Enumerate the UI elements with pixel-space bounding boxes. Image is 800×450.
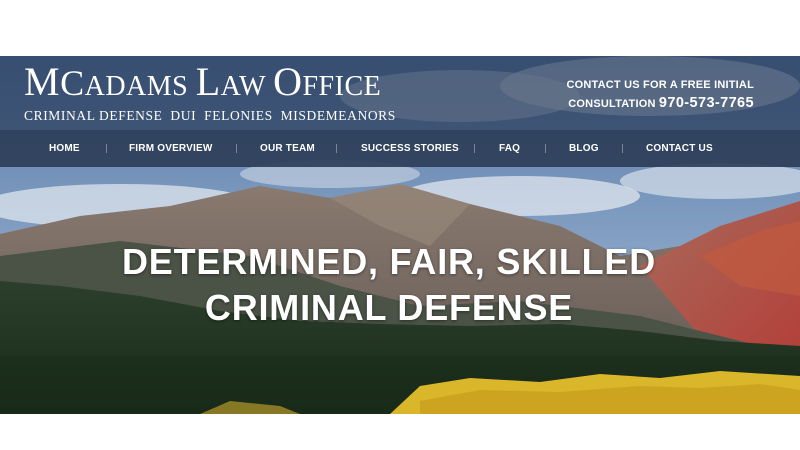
nav-item-firm-overview[interactable]: FIRM OVERVIEW (129, 143, 213, 154)
nav-divider (236, 144, 237, 153)
logo-tagline: CRIMINAL DEFENSE DUI FELONIES MISDEMEANO… (24, 108, 396, 123)
nav-item-home[interactable]: HOME (49, 143, 80, 154)
nav-item-blog[interactable]: BLOG (569, 143, 599, 154)
nav-item-success-stories[interactable]: SUCCESS STORIES (361, 143, 459, 154)
hero-headline-line-2: CRIMINAL DEFENSE (204, 287, 574, 328)
nav-divider (106, 144, 107, 153)
nav-divider (336, 144, 337, 153)
contact-consultation-label: CONSULTATION (568, 98, 656, 110)
hero-headline: DETERMINED, FAIR, SKILLED CRIMINAL DEFEN… (0, 239, 778, 331)
website-viewport: MCADAMS LAW OFFICE CRIMINAL DEFENSE DUI … (0, 56, 800, 414)
logo-title-part: C (60, 63, 85, 103)
phone-number-link[interactable]: 970-573-7765 (659, 95, 754, 111)
logo-title-initial: L (195, 59, 221, 104)
nav-divider (622, 144, 623, 153)
logo-title-initial: M (24, 59, 61, 104)
nav-item-faq[interactable]: FAQ (499, 143, 520, 154)
contact-cta: CONTACT US FOR A FREE INITIAL CONSULTATI… (567, 76, 755, 113)
hero-headline-line-1: DETERMINED, FAIR, SKILLED (121, 241, 657, 282)
screenshot-frame: MCADAMS LAW OFFICE CRIMINAL DEFENSE DUI … (0, 0, 800, 450)
logo-title-part: AW (220, 71, 274, 102)
nav-item-our-team[interactable]: OUR TEAM (260, 143, 315, 154)
nav-divider (474, 144, 475, 153)
contact-line-1: CONTACT US FOR A FREE INITIAL (566, 79, 754, 91)
site-header: MCADAMS LAW OFFICE CRIMINAL DEFENSE DUI … (0, 56, 800, 130)
main-navigation: HOME FIRM OVERVIEW OUR TEAM SUCCESS STOR… (0, 130, 800, 167)
logo-title-part: FFICE (302, 71, 382, 102)
logo-title-initial: O (273, 59, 303, 104)
contact-line-2: CONSULTATION 970-573-7765 (567, 94, 755, 113)
logo[interactable]: MCADAMS LAW OFFICE CRIMINAL DEFENSE DUI … (24, 62, 396, 124)
nav-divider (545, 144, 546, 153)
nav-item-contact-us[interactable]: CONTACT US (646, 143, 713, 154)
logo-title: MCADAMS LAW OFFICE (24, 62, 396, 107)
logo-title-part: ADAMS (84, 71, 196, 102)
